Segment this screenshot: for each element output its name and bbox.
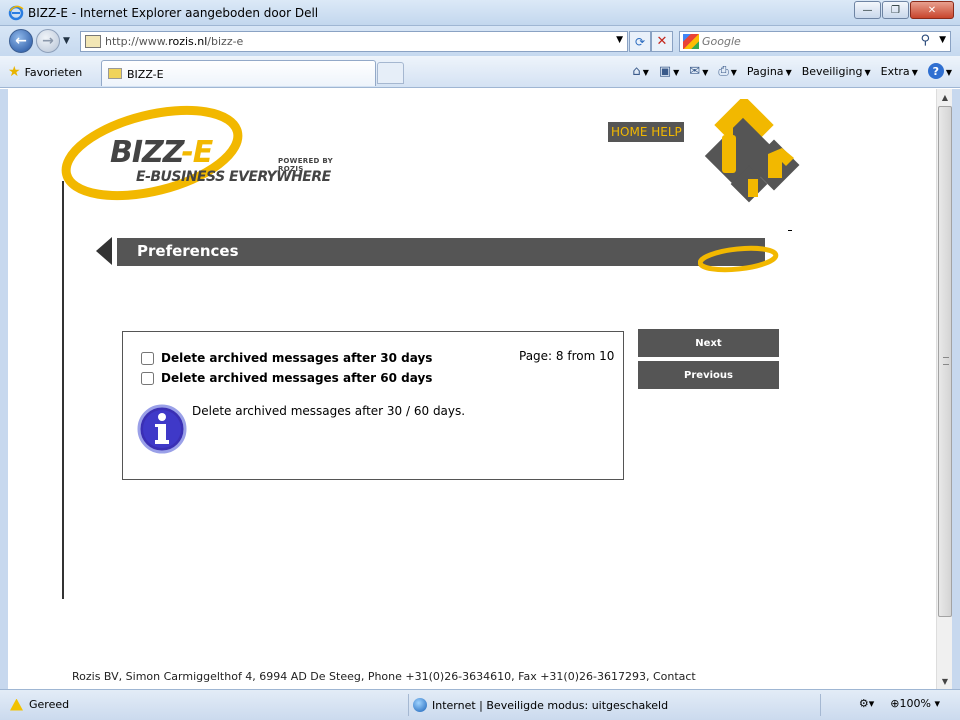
decorative-dash	[788, 230, 792, 231]
grip-icon	[943, 357, 949, 365]
mail-button[interactable]: ✉ ▼	[689, 64, 708, 79]
address-bar[interactable]: http://www.rozis.nl/bizz-e ▼	[80, 31, 628, 52]
tab-page-icon	[108, 68, 122, 79]
command-bar: ⌂ ▼ ▣ ▼ ✉ ▼ ⎙ ▼ Pagina ▼ Beveiliging ▼ Extra ▼ …	[632, 63, 952, 79]
header-swoosh-icon	[698, 245, 779, 273]
window-titlebar: BIZZ-E - Internet Explorer aangeboden do…	[0, 0, 960, 26]
navigation-bar: ← → ▼ http://www.rozis.nl/bizz-e ▼ ⟳ ✕ ⚲…	[0, 26, 960, 56]
search-dropdown-icon[interactable]: ▼	[939, 35, 946, 45]
minimize-button[interactable]: —	[854, 1, 881, 19]
bizz-e-logo[interactable]: BIZZ-E POWERED BY ROZIS E-BUSINESS EVERY…	[60, 95, 360, 205]
window-controls: — ❐ ✕	[854, 1, 954, 19]
preferences-panel: Delete archived messages after 30 days D…	[122, 331, 624, 480]
extra-menu[interactable]: Extra ▼	[881, 65, 918, 78]
page-icon	[85, 35, 101, 48]
maximize-button[interactable]: ❐	[882, 1, 909, 19]
printer-icon: ⎙	[718, 63, 729, 79]
tab-label: BIZZ-E	[127, 68, 164, 81]
scroll-down-icon[interactable]: ▼	[937, 673, 953, 689]
stop-button[interactable]: ✕	[651, 31, 673, 52]
address-url[interactable]: http://www.rozis.nl/bizz-e	[105, 35, 243, 48]
print-button[interactable]: ⎙ ▼	[718, 64, 737, 79]
security-zone[interactable]: Internet | Beveiligde modus: uitgeschake…	[413, 698, 668, 712]
vertical-scrollbar[interactable]: ▲ ▼	[936, 89, 952, 689]
zoom-icon: ⊕	[890, 697, 900, 710]
section-title: Preferences	[137, 242, 239, 260]
search-icon[interactable]: ⚲	[920, 33, 930, 48]
status-right: ⚙▾ ⊕100% ▾	[859, 697, 940, 710]
option-delete-60-days: Delete archived messages after 60 days	[141, 371, 432, 385]
info-text: Delete archived messages after 30 / 60 d…	[192, 404, 466, 418]
info-icon	[137, 404, 187, 454]
delete-60-days-checkbox[interactable]	[141, 371, 154, 385]
delete-30-days-label[interactable]: Delete archived messages after 30 days	[161, 351, 432, 365]
rss-icon: ▣	[658, 63, 672, 79]
search-input[interactable]	[702, 34, 912, 49]
refresh-button[interactable]: ⟳	[629, 31, 651, 52]
status-separator	[408, 694, 409, 716]
page-counter: Page: 8 from 10	[519, 349, 615, 363]
favorites-button[interactable]: ★ Favorieten	[8, 62, 82, 82]
protected-mode-button[interactable]: ⚙▾	[859, 697, 874, 710]
home-icon: ⌂	[632, 63, 641, 79]
section-back-arrow[interactable]	[96, 237, 112, 265]
window-frame-right	[952, 89, 960, 689]
status-separator	[820, 694, 821, 716]
globe-icon	[413, 698, 427, 712]
option-delete-30-days: Delete archived messages after 30 days	[141, 351, 432, 365]
star-icon: ★	[8, 64, 21, 80]
close-button[interactable]: ✕	[910, 1, 954, 19]
favorites-label: Favorieten	[24, 65, 83, 79]
page-menu[interactable]: Pagina ▼	[747, 65, 792, 78]
feeds-button[interactable]: ▣ ▼	[659, 64, 679, 79]
help-menu[interactable]: ? ▼	[927, 63, 952, 79]
status-bar: Gereed Internet | Beveiligde modus: uitg…	[0, 689, 960, 720]
forward-button[interactable]: →	[36, 29, 60, 53]
new-tab-button[interactable]	[377, 62, 404, 84]
home-button[interactable]: ⌂ ▼	[632, 64, 648, 79]
address-dropdown-icon[interactable]: ▼	[616, 35, 623, 45]
history-dropdown-icon[interactable]: ▼	[63, 36, 70, 46]
security-menu[interactable]: Beveiliging ▼	[802, 65, 871, 78]
home-help-link[interactable]: HOME HELP	[608, 122, 684, 142]
logo-wordmark: BIZZ-E	[110, 135, 213, 170]
logo-tagline: E-BUSINESS EVERYWHERE	[136, 169, 331, 185]
google-icon	[683, 34, 699, 49]
footer-contact: Rozis BV, Simon Carmiggelthof 4, 6994 AD…	[72, 670, 696, 683]
delete-60-days-label[interactable]: Delete archived messages after 60 days	[161, 371, 432, 385]
zoom-button[interactable]: ⊕100% ▾	[890, 697, 940, 710]
delete-30-days-checkbox[interactable]	[141, 351, 154, 365]
left-divider	[62, 181, 64, 599]
internet-explorer-icon	[8, 5, 24, 21]
window-frame-left	[0, 89, 8, 689]
warning-icon	[10, 698, 23, 711]
scroll-thumb[interactable]	[938, 106, 952, 617]
decorative-diamonds-icon	[704, 99, 800, 203]
section-header: Preferences	[117, 238, 765, 266]
status-ready: Gereed	[10, 698, 69, 711]
help-icon: ?	[927, 63, 944, 79]
search-box[interactable]: ⚲ ▼	[679, 31, 951, 52]
mail-icon: ✉	[689, 63, 701, 79]
previous-button[interactable]: Previous	[638, 361, 779, 389]
next-button[interactable]: Next	[638, 329, 779, 357]
page-content: BIZZ-E POWERED BY ROZIS E-BUSINESS EVERY…	[8, 89, 936, 689]
tab-bizz-e[interactable]: BIZZ-E	[101, 60, 376, 86]
tab-bar: ★ Favorieten BIZZ-E ⌂ ▼ ▣ ▼ ✉ ▼ ⎙ ▼ Pagina ▼ …	[0, 56, 960, 88]
back-button[interactable]: ←	[9, 29, 33, 53]
scroll-up-icon[interactable]: ▲	[937, 89, 953, 105]
window-title: BIZZ-E - Internet Explorer aangeboden do…	[28, 6, 319, 20]
